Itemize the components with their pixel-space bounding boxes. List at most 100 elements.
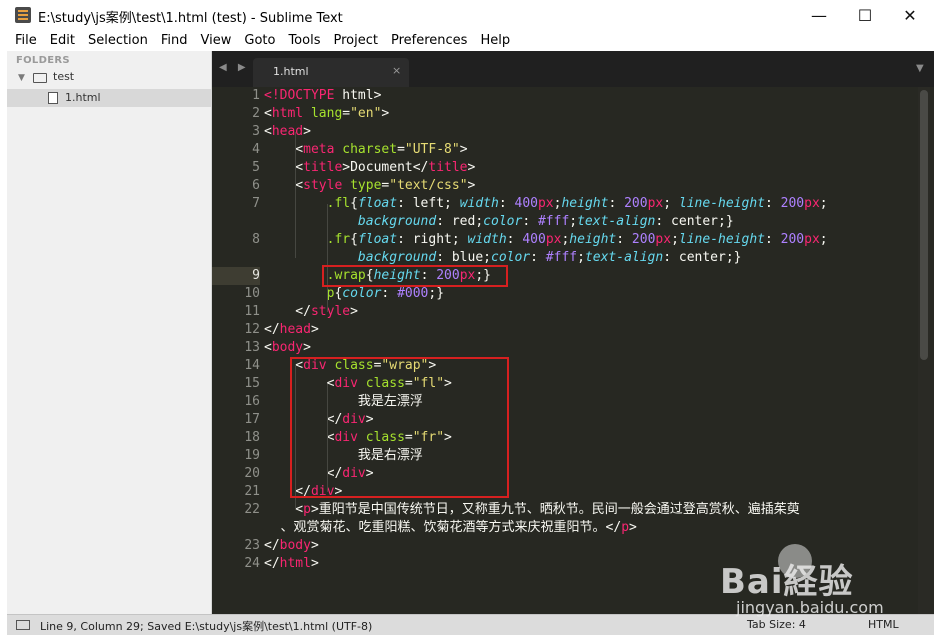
code-token: <: [264, 160, 304, 175]
code-token: </: [264, 556, 280, 571]
menu-project[interactable]: Project: [333, 31, 377, 51]
code-token: =: [342, 106, 351, 121]
code-token: :: [506, 232, 523, 247]
code-line[interactable]: background: red;color: #fff;text-align: …: [264, 213, 734, 231]
code-token: :: [530, 250, 546, 265]
highlight-box-wrap-css: [322, 265, 508, 287]
line-number: [212, 213, 260, 231]
code-token: 、观赏菊花、吃重阳糕、饮菊花酒等方式来庆祝重阳节。: [264, 520, 606, 535]
menu-find[interactable]: Find: [161, 31, 188, 51]
code-token: #fff: [545, 250, 578, 265]
menu-bar: File Edit Selection Find View Goto Tools…: [0, 31, 941, 51]
code-token: type: [350, 178, 382, 193]
code-token: title: [303, 160, 343, 175]
code-token: : blue;: [436, 250, 491, 265]
code-token: "UTF-8": [404, 142, 460, 157]
tab-label: 1.html: [273, 65, 309, 78]
menu-tools[interactable]: Tools: [288, 31, 320, 51]
line-number: 5: [252, 160, 260, 175]
tab-nav-arrows-icon[interactable]: ◀ ▶: [219, 62, 250, 73]
code-token: >: [350, 304, 358, 319]
code-line[interactable]: <p>重阳节是中国传统节日，又称重九节、晒秋节。民间一般会通过登高赏秋、遍插茱萸: [264, 501, 800, 519]
code-token: .fr: [326, 232, 351, 247]
line-number: 14: [244, 358, 260, 373]
code-token: width: [459, 196, 499, 211]
line-number: 2: [252, 106, 260, 121]
code-token: {: [350, 196, 358, 211]
code-token: style: [303, 178, 343, 193]
sidebar-file-row[interactable]: 1.html: [7, 89, 211, 107]
code-token: >: [303, 124, 311, 139]
code-token: ;: [819, 232, 828, 247]
sidebar-folder-test[interactable]: test: [53, 70, 74, 83]
line-number: 8: [252, 232, 260, 247]
code-token: <: [264, 106, 272, 121]
sidebar-file-label: 1.html: [65, 91, 101, 104]
line-number: 7: [252, 196, 260, 211]
code-token: text-align: [577, 214, 656, 229]
menu-selection[interactable]: Selection: [88, 31, 148, 51]
line-number: 24: [244, 556, 260, 571]
close-window-button[interactable]: ✕: [887, 0, 933, 31]
syntax-selector[interactable]: HTML: [868, 618, 899, 631]
tab-size-selector[interactable]: Tab Size: 4: [747, 618, 806, 631]
chevron-down-icon[interactable]: ▼: [18, 73, 25, 83]
code-token: px: [647, 196, 664, 211]
menu-edit[interactable]: Edit: [50, 31, 75, 51]
code-token: html: [271, 106, 304, 121]
highlight-box-wrap-div: [290, 357, 509, 498]
maximize-button[interactable]: ☐: [842, 0, 888, 31]
code-line[interactable]: <!DOCTYPE html>: [264, 87, 381, 105]
code-line[interactable]: p{color: #000;}: [264, 285, 444, 303]
code-editor[interactable]: 1 2 3 4 5 6 7 8 9 10 11 12 13 14 15 16 17 18 19 20 21 22 23 24 …: [212, 87, 934, 614]
code-line[interactable]: .fl{float: left; width: 400px;height: 20…: [264, 195, 828, 213]
code-line[interactable]: .fr{float: right; width: 400px;height: 2…: [264, 231, 828, 249]
code-token: title: [428, 160, 468, 175]
code-line[interactable]: </body>: [264, 537, 319, 555]
code-token: ;: [671, 232, 679, 247]
code-token: :: [608, 196, 625, 211]
code-token: 400: [514, 196, 538, 211]
code-line[interactable]: </head>: [264, 321, 319, 339]
menu-view[interactable]: View: [201, 31, 232, 51]
menu-goto[interactable]: Goto: [244, 31, 275, 51]
code-line[interactable]: <head>: [264, 123, 311, 141]
scrollbar-thumb[interactable]: [920, 90, 928, 360]
line-number: 3: [252, 124, 260, 139]
menu-preferences[interactable]: Preferences: [391, 31, 467, 51]
code-token: : right;: [397, 232, 468, 247]
code-token: width: [467, 232, 507, 247]
line-number: 12: [244, 322, 260, 337]
code-token: color: [491, 250, 531, 265]
menu-help[interactable]: Help: [480, 31, 510, 51]
code-line[interactable]: </style>: [264, 303, 358, 321]
code-line[interactable]: <html lang="en">: [264, 105, 389, 123]
code-token: line-height: [678, 196, 765, 211]
code-token: text-align: [584, 250, 664, 265]
code-token: body: [271, 340, 304, 355]
code-line[interactable]: <body>: [264, 339, 311, 357]
menu-file[interactable]: File: [15, 31, 37, 51]
code-line[interactable]: 、观赏菊花、吃重阳糕、饮菊花酒等方式来庆祝重阳节。</p>: [264, 519, 637, 537]
code-token: >: [310, 322, 319, 337]
tab-close-icon[interactable]: ×: [392, 64, 401, 77]
code-token: :: [616, 232, 632, 247]
code-token: >: [310, 556, 319, 571]
line-number: 6: [252, 178, 260, 193]
panel-toggle-icon[interactable]: [16, 620, 30, 630]
code-token: px: [804, 232, 820, 247]
code-token: </: [264, 322, 280, 337]
code-token: >: [310, 502, 319, 517]
code-line[interactable]: </html>: [264, 555, 319, 573]
code-token: px: [655, 232, 672, 247]
code-token: float: [357, 196, 398, 211]
tab-1-html[interactable]: 1.html ×: [253, 58, 409, 87]
code-token: : red;: [436, 214, 484, 229]
line-number: 1: [252, 88, 260, 103]
code-token: ;: [819, 196, 828, 211]
tab-dropdown-icon[interactable]: ▼: [916, 63, 924, 74]
minimize-button[interactable]: —: [796, 0, 842, 31]
code-token: body: [279, 538, 311, 553]
